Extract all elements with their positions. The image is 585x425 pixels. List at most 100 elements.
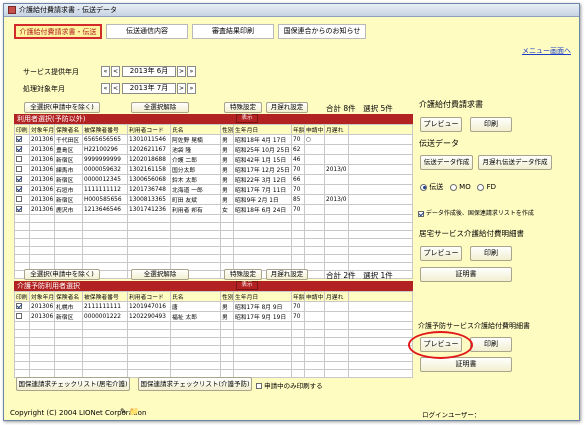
empty-cell	[233, 345, 292, 354]
empty-cell	[220, 361, 234, 370]
tab-claim-transmit[interactable]: 介護給付費請求書・伝送	[14, 24, 102, 39]
deselect-all-prevention-button[interactable]: 全選択解除	[131, 269, 189, 280]
only-applying-checkbox[interactable]	[256, 383, 262, 389]
service-first-button[interactable]: «	[101, 66, 110, 77]
table-row[interactable]: 201306 新宿区 0000012345 1300656068 鈴木 太郎男昭和22年…	[14, 174, 413, 185]
empty-cell	[170, 246, 221, 255]
col-header: 申請中	[304, 291, 325, 302]
cell-birth: 昭和9年 2月 1日	[233, 194, 292, 205]
empty-cell	[127, 254, 171, 263]
table-row[interactable]: 201306 新宿区 H000585656 1300813365 町田 友斌男昭和9年 …	[14, 194, 413, 205]
late-settings-prevention-button[interactable]: 月遅れ設定	[266, 269, 308, 280]
radio-mo[interactable]	[449, 183, 457, 191]
process-last-button[interactable]: »	[187, 83, 196, 94]
empty-row	[14, 337, 413, 346]
home-certificate-button[interactable]: 証明書	[420, 267, 512, 282]
empty-cell	[127, 329, 171, 338]
cell-apply	[304, 184, 325, 195]
row-print-checkbox[interactable]	[16, 166, 22, 173]
empty-cell	[291, 321, 305, 330]
late-transmit-data-button[interactable]: 月遅れ伝送データ作成	[478, 155, 552, 170]
table-row[interactable]: 201306 鹿沢市 1213646546 1301741236 利用者 邦有女昭和18…	[14, 204, 413, 215]
row-print-checkbox[interactable]	[16, 303, 22, 310]
tab-transmit-content[interactable]: 伝送通信内容	[106, 24, 188, 39]
list-check-option: データ作成後、国保連請求リストを作成	[418, 208, 534, 217]
service-prev-button[interactable]: <	[111, 66, 120, 77]
empty-cell	[54, 246, 83, 255]
row-print-checkbox[interactable]	[16, 176, 22, 183]
empty-cell	[127, 345, 171, 354]
select-all-button[interactable]: 全選択(申請中を除く)	[24, 102, 100, 113]
status-bar: Copyright (C) 2004 LIONet Corporation ✎ …	[4, 406, 579, 420]
table-row[interactable]: 201306 新宿区 9999999999 1202018688 介護 二郎男昭和42年…	[14, 154, 413, 165]
make-transmit-data-button[interactable]: 伝送データ作成	[420, 155, 473, 170]
empty-cell	[170, 337, 221, 346]
table-row[interactable]: 201306 千代田区 6565656565 1301011546 阿佐野 晃楠男昭和1…	[14, 134, 413, 145]
claim-preview-button[interactable]: プレビュー	[420, 117, 462, 132]
claim-print-button[interactable]: 印刷	[470, 117, 512, 132]
empty-cell	[54, 230, 83, 239]
col-header: 印刷	[14, 291, 30, 302]
empty-cell	[233, 246, 292, 255]
special-settings-button[interactable]: 特殊設定	[224, 102, 262, 113]
menu-link[interactable]: メニュー画面へ	[522, 46, 571, 56]
section1-display-button[interactable]: 表示	[236, 114, 258, 123]
section1-header: 利用者選択(予防以外)	[14, 114, 413, 124]
row-print-checkbox[interactable]	[16, 196, 22, 203]
table-row[interactable]: 201306 練馬市 0000059632 1302161158 国分太郎男昭和17年 …	[14, 164, 413, 175]
home-service-title: 居宅サービス介護給付費明細書	[419, 229, 524, 238]
process-next-button[interactable]: >	[177, 83, 186, 94]
cell-num: H000585656	[82, 194, 128, 205]
late-settings-button[interactable]: 月遅れ設定	[266, 102, 308, 113]
table-row[interactable]: 201306 豊島区 H22100296 1202621167 池袋 隆男昭和25年 1…	[14, 144, 413, 155]
home-preview-button[interactable]: プレビュー	[420, 246, 462, 261]
empty-cell	[348, 222, 413, 231]
tab-review-print[interactable]: 審査結果印刷	[192, 24, 274, 39]
empty-cell	[233, 238, 292, 247]
row-print-checkbox[interactable]	[16, 206, 22, 213]
deselect-all-button[interactable]: 全選択解除	[131, 102, 189, 113]
row-print-checkbox[interactable]	[16, 136, 22, 143]
table-row[interactable]: 201306 札幌市 2111111111 1201947016 唐男昭和17年 8月 …	[14, 301, 413, 312]
process-first-button[interactable]: «	[101, 83, 110, 94]
process-prev-button[interactable]: <	[111, 83, 120, 94]
service-next-button[interactable]: >	[177, 66, 186, 77]
row-print-checkbox[interactable]	[16, 146, 22, 153]
cell-extra	[348, 154, 413, 165]
empty-cell	[291, 222, 305, 231]
cell-ym: 201306	[29, 311, 55, 322]
section2-display-button[interactable]: 表示	[236, 281, 258, 290]
list-check-checkbox[interactable]	[418, 210, 424, 217]
cell-ym: 201306	[29, 154, 55, 165]
empty-row	[14, 345, 413, 354]
row-print-checkbox[interactable]	[16, 186, 22, 193]
cell-extra	[348, 134, 413, 145]
checklist-prevention-button[interactable]: 国保連請求チェックリスト(介護予防)	[138, 377, 252, 391]
service-last-button[interactable]: »	[187, 66, 196, 77]
empty-cell	[14, 321, 30, 330]
col-header	[348, 124, 413, 135]
row-print-checkbox[interactable]	[16, 313, 22, 320]
home-print-button[interactable]: 印刷	[470, 246, 512, 261]
empty-cell	[304, 238, 325, 247]
empty-cell	[220, 353, 234, 362]
prevention-print-button[interactable]: 印刷	[470, 337, 512, 352]
cell-ins: 鹿沢市	[54, 204, 83, 215]
checklist-care-button[interactable]: 国保連請求チェックリスト(居宅介護)	[16, 377, 130, 391]
col-header: 氏名	[170, 291, 221, 302]
empty-cell	[54, 345, 83, 354]
empty-cell	[29, 337, 55, 346]
empty-cell	[127, 361, 171, 370]
radio-transmit[interactable]	[420, 183, 427, 191]
radio-fd[interactable]	[477, 183, 485, 191]
table-row[interactable]: 201306 新宿区 0000001222 1202290493 福祉 太郎男昭和17年…	[14, 311, 413, 322]
special-settings-prevention-button[interactable]: 特殊設定	[224, 269, 262, 280]
select-all-prevention-button[interactable]: 全選択(申請中を除く)	[24, 269, 100, 280]
cell-code: 1202290493	[127, 311, 171, 322]
empty-cell	[324, 238, 349, 247]
tab-notice[interactable]: 国保連合からのお知らせ	[278, 24, 366, 39]
row-print-checkbox[interactable]	[16, 156, 22, 163]
table-row[interactable]: 201306 石垣市 1111111112 1201736748 北海道 一郎男昭和17…	[14, 184, 413, 195]
prevention-certificate-button[interactable]: 証明書	[420, 357, 512, 372]
empty-cell	[29, 345, 55, 354]
